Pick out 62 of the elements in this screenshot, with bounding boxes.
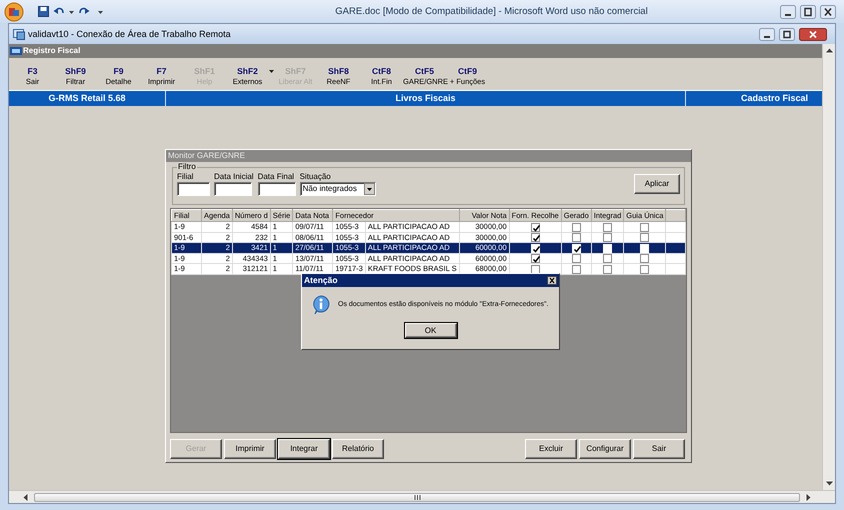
- horizontal-scrollbar[interactable]: [9, 490, 835, 503]
- dialog-button[interactable]: Imprimir: [224, 439, 276, 459]
- redo-icon[interactable]: [78, 6, 90, 17]
- window-title: Atenção: [304, 275, 338, 286]
- vertical-scrollbar[interactable]: [822, 44, 835, 490]
- dialog-button[interactable]: Sair: [633, 439, 685, 459]
- scroll-up-icon[interactable]: [826, 48, 832, 53]
- checkbox[interactable]: [603, 264, 612, 274]
- grip-icon: [414, 494, 420, 500]
- window-title: GARE.doc [Modo de Compatibilidade] - Microsoft Word uso não comercial: [334, 6, 649, 18]
- checkbox[interactable]: [603, 222, 612, 232]
- field-label: Situação: [300, 172, 332, 182]
- checkbox[interactable]: [530, 254, 540, 264]
- checkbox[interactable]: [530, 264, 540, 274]
- scroll-right-icon[interactable]: [806, 494, 811, 500]
- ok-button[interactable]: OK: [404, 323, 456, 338]
- window-title: Registro Fiscal: [23, 46, 80, 56]
- apply-button[interactable]: Aplicar: [634, 174, 680, 194]
- input-field[interactable]: [258, 182, 296, 196]
- window-title: Monitor GARE/GNRE: [166, 150, 691, 162]
- checkbox[interactable]: [572, 222, 581, 232]
- checkbox[interactable]: [530, 222, 540, 232]
- save-icon[interactable]: [38, 6, 49, 17]
- caret-icon[interactable]: [269, 70, 274, 74]
- maximize-icon[interactable]: [800, 4, 816, 18]
- dialog-button[interactable]: Configurar: [579, 439, 631, 459]
- checkbox[interactable]: [572, 254, 581, 264]
- checkbox[interactable]: [640, 254, 650, 264]
- dialog-button[interactable]: Excluir: [525, 439, 577, 459]
- scroll-left-icon[interactable]: [23, 494, 28, 500]
- info-icon: [312, 295, 330, 315]
- minimize-icon[interactable]: [780, 4, 796, 18]
- dropdown-field[interactable]: Não integrados: [300, 182, 376, 196]
- checkbox[interactable]: [640, 222, 650, 232]
- checkbox[interactable]: [640, 264, 650, 274]
- app-icon: [10, 47, 22, 55]
- scroll-down-icon[interactable]: [826, 481, 832, 486]
- dialog-button[interactable]: Relatório: [332, 439, 384, 459]
- window-title: validavt10 - Conexão de Área de Trabalho Remota: [28, 28, 232, 40]
- checkbox[interactable]: [603, 233, 612, 242]
- close-icon[interactable]: [547, 276, 557, 285]
- dialog-button[interactable]: Integrar: [278, 439, 330, 459]
- field-label: Filial: [177, 172, 194, 182]
- input-field[interactable]: [214, 182, 252, 196]
- field-label: Data Final: [258, 172, 296, 182]
- checkbox[interactable]: [603, 254, 612, 264]
- checkbox[interactable]: [530, 233, 540, 242]
- minimize-icon[interactable]: [759, 28, 775, 40]
- field-label: Data Inicial: [214, 172, 254, 182]
- group-label: Filtro: [177, 162, 197, 172]
- close-icon[interactable]: [820, 4, 836, 18]
- undo-icon[interactable]: [53, 6, 65, 17]
- maximize-icon[interactable]: [779, 28, 795, 40]
- scroll-thumb[interactable]: [34, 492, 800, 502]
- nav-tab[interactable]: Cadastro Fiscal: [686, 91, 812, 106]
- office-button-icon[interactable]: [4, 2, 24, 22]
- checkbox[interactable]: [640, 233, 650, 242]
- input-field[interactable]: [177, 182, 210, 196]
- checkbox[interactable]: [572, 233, 581, 242]
- close-icon[interactable]: [799, 28, 827, 40]
- checkbox[interactable]: [572, 264, 581, 274]
- remote-desktop-icon: [13, 28, 25, 40]
